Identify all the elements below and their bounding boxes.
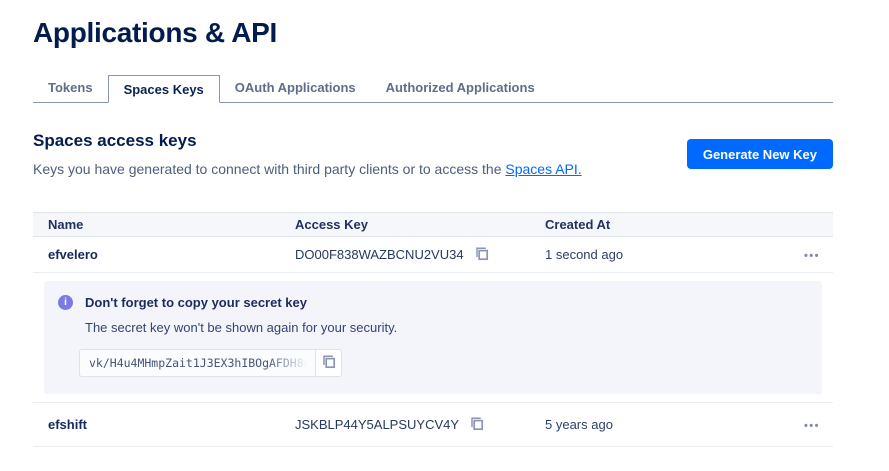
tab-tokens[interactable]: Tokens <box>33 74 108 102</box>
spaces-api-link[interactable]: Spaces API. <box>505 161 581 177</box>
section-heading: Spaces access keys <box>33 131 582 151</box>
key-name: efvelero <box>33 247 295 262</box>
spaces-keys-table: Name Access Key Created At efvelero DO00… <box>33 212 833 447</box>
column-header-created-at: Created At <box>545 217 793 232</box>
copy-icon <box>474 246 489 264</box>
created-at-value: 1 second ago <box>545 247 793 262</box>
notice-title: Don't forget to copy your secret key <box>85 295 307 310</box>
copy-access-key-button[interactable] <box>469 416 484 434</box>
secret-key-field-group: vk/H4u4MHmpZait1J3EX3hIBOgAFDH8n6gTv3H <box>79 349 342 377</box>
tab-bar: Tokens Spaces Keys OAuth Applications Au… <box>33 74 833 103</box>
created-at-value: 5 years ago <box>545 417 793 432</box>
section-description: Keys you have generated to connect with … <box>33 161 582 177</box>
more-actions-menu-icon[interactable]: ••• <box>804 421 820 431</box>
tab-authorized-applications[interactable]: Authorized Applications <box>371 74 550 102</box>
row-actions: ••• <box>793 416 833 434</box>
copy-icon <box>469 416 484 434</box>
copy-access-key-button[interactable] <box>474 246 489 264</box>
info-icon: i <box>58 295 73 310</box>
access-key-cell: DO00F838WAZBCNU2VU34 <box>295 246 545 264</box>
table-header-row: Name Access Key Created At <box>33 212 833 237</box>
key-name: efshift <box>33 417 295 432</box>
secret-key-notice-row: i Don't forget to copy your secret key T… <box>33 273 833 403</box>
column-header-access-key: Access Key <box>295 217 545 232</box>
table-row: efshift JSKBLP44Y5ALPSUYCV4Y 5 years ago… <box>33 403 833 447</box>
notice-subtitle: The secret key won't be shown again for … <box>85 320 808 335</box>
copy-icon <box>321 354 336 372</box>
row-actions: ••• <box>793 246 833 264</box>
secret-key-field[interactable]: vk/H4u4MHmpZait1J3EX3hIBOgAFDH8n6gTv3H <box>79 349 316 377</box>
copy-secret-key-button[interactable] <box>315 349 342 377</box>
access-key-value: JSKBLP44Y5ALPSUYCV4Y <box>295 417 459 432</box>
section-header-text: Spaces access keys Keys you have generat… <box>33 131 582 177</box>
section-header: Spaces access keys Keys you have generat… <box>33 131 833 177</box>
column-header-name: Name <box>33 217 295 232</box>
spaces-keys-page: Applications & API Tokens Spaces Keys OA… <box>33 17 833 447</box>
tab-oauth-applications[interactable]: OAuth Applications <box>220 74 371 102</box>
access-key-value: DO00F838WAZBCNU2VU34 <box>295 247 464 262</box>
section-description-text: Keys you have generated to connect with … <box>33 161 505 177</box>
secret-key-notice-panel: i Don't forget to copy your secret key T… <box>44 281 822 394</box>
notice-header: i Don't forget to copy your secret key <box>58 295 808 310</box>
access-key-cell: JSKBLP44Y5ALPSUYCV4Y <box>295 416 545 434</box>
more-actions-menu-icon[interactable]: ••• <box>804 251 820 261</box>
tab-spaces-keys[interactable]: Spaces Keys <box>108 75 220 103</box>
generate-new-key-button[interactable]: Generate New Key <box>687 139 833 169</box>
page-title: Applications & API <box>33 17 833 49</box>
table-row: efvelero DO00F838WAZBCNU2VU34 1 second a… <box>33 237 833 273</box>
